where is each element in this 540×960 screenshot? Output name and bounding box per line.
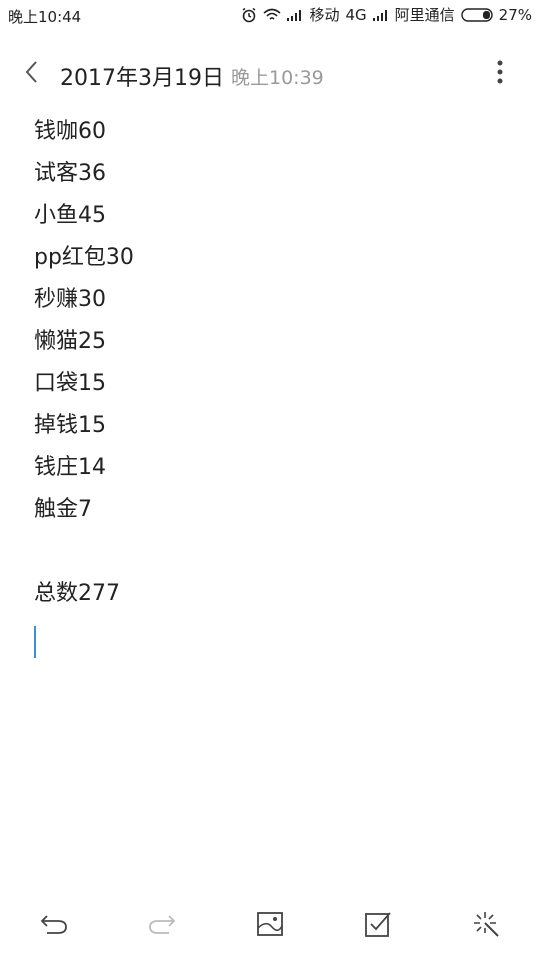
carrier-2: 阿里通信 [394,6,455,24]
note-line: 小鱼45 [34,203,106,228]
note-time: 晚上10:39 [231,67,324,89]
redo-icon [149,915,176,934]
more-button[interactable] [488,58,512,86]
note-line: 钱咖60 [34,119,106,144]
more-vertical-icon [497,60,503,84]
status-right: 移动 4G 阿里通信 27% [241,4,532,25]
note-line: 秒赚30 [34,287,106,312]
note-line: pp红包30 [34,245,134,270]
redo-button[interactable] [146,908,178,940]
carrier-1: 移动 [309,6,340,24]
magic-icon [474,912,499,937]
checklist-button[interactable] [362,908,394,940]
status-time: 晚上10:44 [8,8,82,26]
undo-button[interactable] [38,908,70,940]
note-line: 口袋15 [34,371,106,396]
battery-indicator: 27% [460,5,532,24]
note-total: 总数277 [34,581,120,606]
note-line: 懒猫25 [34,329,106,354]
battery-icon [460,7,493,22]
note-line: 触金7 [34,497,92,522]
note-date: 2017年3月19日 [60,66,224,91]
status-bar: 晚上10:44 移动 4G 阿里通信 27% [0,0,540,32]
insert-image-button[interactable] [254,908,286,940]
wifi-icon [263,8,281,22]
alarm-icon [241,7,257,23]
note-editor[interactable]: 钱咖60 试客36 小鱼45 pp红包30 秒赚30 懒猫25 口袋15 掉钱1… [34,112,514,658]
note-line: 掉钱15 [34,413,106,438]
text-cursor [34,626,36,658]
editor-toolbar [0,900,540,944]
image-icon [257,912,283,936]
note-line: 钱庄14 [34,455,106,480]
back-button[interactable] [18,58,46,86]
note-header: 2017年3月19日 晚上10:39 [0,46,540,102]
back-icon [25,61,37,83]
undo-icon [40,915,67,934]
checkbox-icon [365,912,391,937]
battery-percent: 27% [498,5,532,24]
network-type: 4G [345,5,367,24]
magic-button[interactable] [470,908,502,940]
note-line: 试客36 [34,161,106,186]
signal-icon-2 [372,9,389,21]
signal-icon [287,9,303,21]
